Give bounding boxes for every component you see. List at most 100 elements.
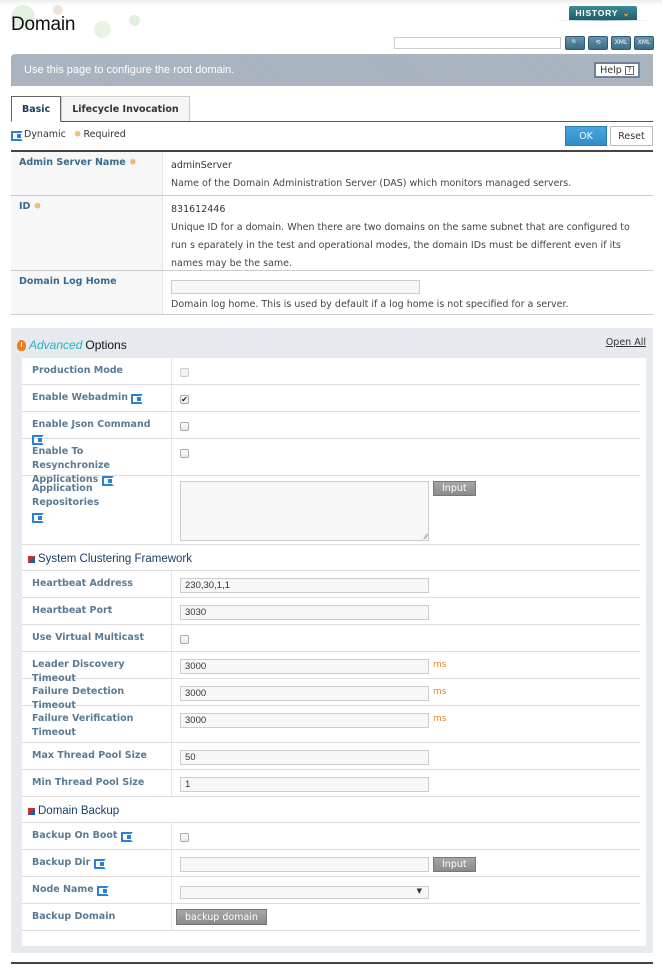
refresh-icon[interactable]: ⟲ — [588, 36, 608, 50]
value-cell: ▼ — [172, 877, 640, 903]
use-virtual-multicast-checkbox[interactable] — [180, 635, 189, 644]
domain-log-home-input[interactable] — [171, 279, 420, 294]
backup-domain-button[interactable]: backup domain — [176, 909, 267, 925]
leader-discovery-timeout-input[interactable] — [180, 659, 429, 674]
row-domain-log-home: Domain Log Home Domain log home. This is… — [11, 271, 653, 315]
use-virtual-multicast-label: Use Virtual Multicast — [22, 625, 172, 651]
required-icon: ✵ — [73, 129, 82, 140]
reset-button[interactable]: Reset — [610, 126, 653, 146]
max-thread-pool-size-input[interactable] — [180, 750, 429, 765]
value-cell: Input — [172, 476, 640, 544]
row-max-thread-pool-size: Max Thread Pool Size — [22, 743, 640, 770]
value-cell — [172, 598, 640, 624]
id-value: 831612446 — [171, 204, 226, 215]
enable-resync-checkbox[interactable] — [180, 449, 189, 458]
decor-bubble — [129, 15, 140, 26]
tab-basic[interactable]: Basic — [11, 96, 62, 122]
node-name-select[interactable]: ▼ — [180, 886, 429, 899]
value-cell — [172, 358, 640, 384]
top-strip — [0, 0, 662, 6]
row-backup-domain: Backup Domain backup domain — [22, 904, 640, 931]
failure-verification-timeout-label: Failure Verification Timeout — [22, 706, 172, 742]
question-icon: ? — [624, 65, 634, 75]
label-cell: Domain Log Home — [11, 271, 163, 314]
admin-server-name-value: adminServer — [171, 160, 232, 171]
row-use-virtual-multicast: Use Virtual Multicast — [22, 625, 640, 652]
heartbeat-port-label: Heartbeat Port — [22, 598, 172, 624]
backup-dir-input-button[interactable]: Input — [433, 857, 476, 872]
label-cell: Backup Dir — [22, 850, 172, 876]
row-leader-discovery-timeout: Leader Discovery Timeout ms — [22, 652, 640, 684]
dynamic-icon — [32, 512, 44, 523]
legend-dynamic: Dynamic — [11, 129, 66, 141]
row-production-mode: Production Mode — [22, 358, 640, 385]
lightbulb-icon — [17, 339, 26, 351]
banner-text: Use this page to configure the root doma… — [24, 64, 235, 76]
row-enable-json-command: Enable Json Command — [22, 412, 640, 445]
value-cell: ms — [172, 652, 640, 678]
label-cell: Application Repositories — [22, 476, 172, 544]
min-thread-pool-size-label: Min Thread Pool Size — [22, 770, 172, 796]
section-domain-backup: Domain Backup — [22, 797, 640, 823]
app-repositories-textarea[interactable] — [180, 481, 429, 541]
xml-export-icon[interactable]: XML — [611, 36, 631, 50]
min-thread-pool-size-input[interactable] — [180, 777, 429, 792]
domain-log-home-label: Domain Log Home — [19, 276, 117, 287]
enable-webadmin-label: Enable Webadmin — [32, 392, 128, 403]
label-cell: Enable To Resynchronize Applications — [22, 439, 172, 486]
value-cell: ms — [172, 679, 640, 705]
unit-ms: ms — [433, 714, 447, 724]
heartbeat-address-label: Heartbeat Address — [22, 571, 172, 597]
xml-import-icon[interactable]: XML — [634, 36, 654, 50]
heartbeat-address-input[interactable] — [180, 578, 429, 593]
section-bullet-icon — [28, 807, 35, 815]
value-cell: backup domain — [172, 904, 640, 930]
backup-on-boot-checkbox[interactable] — [180, 833, 189, 842]
required-icon: ✵ — [33, 202, 42, 212]
unit-ms: ms — [433, 687, 447, 697]
legend-dynamic-label: Dynamic — [24, 129, 66, 140]
value-cell: adminServer Name of the Domain Administr… — [163, 152, 653, 195]
value-cell — [172, 625, 640, 651]
options-word: Options — [85, 338, 127, 352]
value-cell — [172, 412, 640, 438]
help-button[interactable]: Help ? — [594, 62, 640, 78]
open-all-link[interactable]: Open All — [606, 337, 646, 348]
failure-verification-timeout-input[interactable] — [180, 713, 429, 728]
leader-discovery-timeout-label: Leader Discovery Timeout — [22, 652, 172, 684]
search-input[interactable] — [394, 37, 561, 49]
section-system-clustering: System Clustering Framework — [22, 545, 640, 571]
section-title-text: Domain Backup — [38, 805, 120, 817]
info-banner: Use this page to configure the root doma… — [11, 54, 653, 86]
app-repositories-input-button[interactable]: Input — [433, 481, 476, 496]
row-admin-server-name: Admin Server Name ✵ adminServer Name of … — [11, 152, 653, 196]
enable-json-command-checkbox[interactable] — [180, 422, 189, 431]
section-bullet-icon — [28, 555, 35, 563]
production-mode-checkbox[interactable] — [180, 368, 189, 377]
legend-required: ✵ Required — [74, 129, 126, 140]
row-backup-on-boot: Backup On Boot — [22, 823, 640, 850]
ok-button[interactable]: OK — [565, 126, 607, 146]
enable-webadmin-checkbox[interactable]: ✔ — [180, 395, 189, 404]
heartbeat-port-input[interactable] — [180, 605, 429, 620]
search-icon[interactable]: 🔍 — [565, 36, 585, 50]
advanced-options-panel: Advanced Options Open All Production Mod… — [11, 328, 653, 953]
tab-lifecycle-invocation[interactable]: Lifecycle Invocation — [61, 96, 190, 122]
row-id: ID ✵ 831612446 Unique ID for a domain. W… — [11, 196, 653, 271]
label-cell: Enable Json Command — [22, 412, 172, 445]
value-cell: 831612446 Unique ID for a domain. When t… — [163, 196, 653, 270]
advanced-options-title[interactable]: Advanced Options — [17, 338, 127, 352]
label-cell: Enable Webadmin — [22, 385, 172, 411]
label-cell: Node Name — [22, 877, 172, 903]
value-cell — [172, 571, 640, 597]
value-cell: ms — [172, 706, 640, 742]
dropdown-arrow-icon: ▼ — [416, 887, 422, 895]
legend-required-label: Required — [83, 129, 126, 140]
backup-dir-input[interactable] — [180, 857, 429, 872]
backup-on-boot-label: Backup On Boot — [32, 830, 118, 841]
row-backup-dir: Backup Dir Input — [22, 850, 640, 877]
required-icon: ✵ — [129, 158, 137, 168]
advanced-word: Advanced — [29, 338, 83, 352]
failure-detection-timeout-input[interactable] — [180, 686, 429, 701]
history-button[interactable]: HISTORY ⌄ — [569, 6, 637, 20]
